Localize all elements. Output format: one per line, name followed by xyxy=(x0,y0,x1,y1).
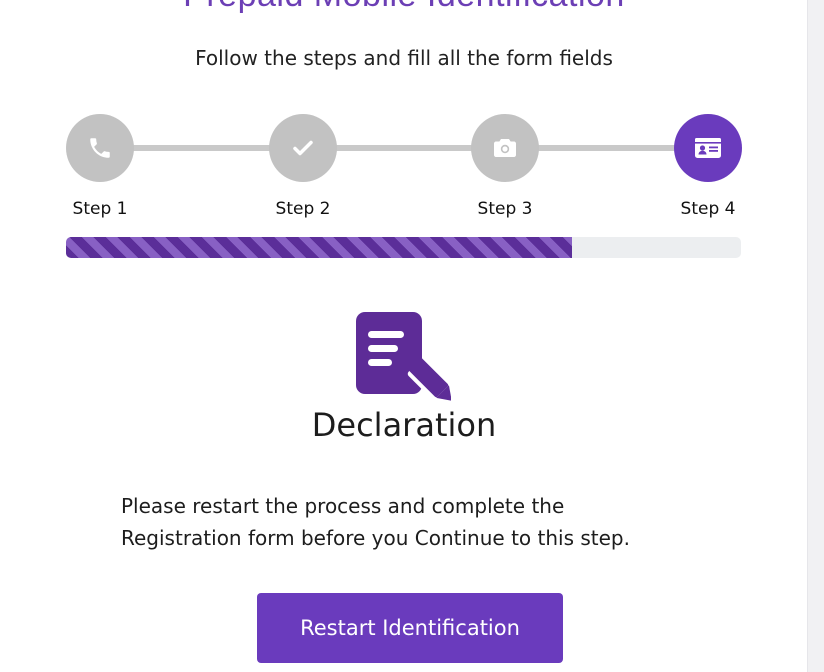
stepper: Step 1 Step 2 Step 3 Step 4 xyxy=(66,114,742,224)
declaration-message: Please restart the process and complete … xyxy=(121,490,701,554)
step-1[interactable]: Step 1 xyxy=(66,114,134,219)
step-4-circle[interactable] xyxy=(674,114,742,182)
step-2-label: Step 2 xyxy=(275,199,331,219)
page-subtitle: Follow the steps and fill all the form f… xyxy=(195,46,613,70)
stepper-connector-line xyxy=(100,145,708,151)
step-2[interactable]: Step 2 xyxy=(269,114,337,219)
scrollbar-track[interactable] xyxy=(807,0,824,672)
step-3-circle[interactable] xyxy=(471,114,539,182)
step-1-circle[interactable] xyxy=(66,114,134,182)
document-edit-icon xyxy=(356,312,451,401)
step-4-label: Step 4 xyxy=(680,199,736,219)
page-title: Prepaid Mobile Identification xyxy=(0,0,808,15)
declaration-message-line-1: Please restart the process and complete … xyxy=(121,494,565,518)
declaration-title: Declaration xyxy=(311,406,497,444)
step-4[interactable]: Step 4 xyxy=(674,114,742,219)
step-2-circle[interactable] xyxy=(269,114,337,182)
check-icon xyxy=(293,140,313,156)
id-card-icon xyxy=(695,138,721,158)
restart-identification-button[interactable]: Restart Identification xyxy=(257,593,563,663)
step-3[interactable]: Step 3 xyxy=(471,114,539,219)
progress-bar xyxy=(66,237,741,258)
phone-icon xyxy=(90,138,110,158)
camera-icon xyxy=(494,139,516,157)
progress-bar-fill xyxy=(66,237,573,258)
step-1-label: Step 1 xyxy=(72,199,128,219)
step-3-label: Step 3 xyxy=(477,199,533,219)
declaration-message-line-2: Registration form before you Continue to… xyxy=(121,526,630,550)
